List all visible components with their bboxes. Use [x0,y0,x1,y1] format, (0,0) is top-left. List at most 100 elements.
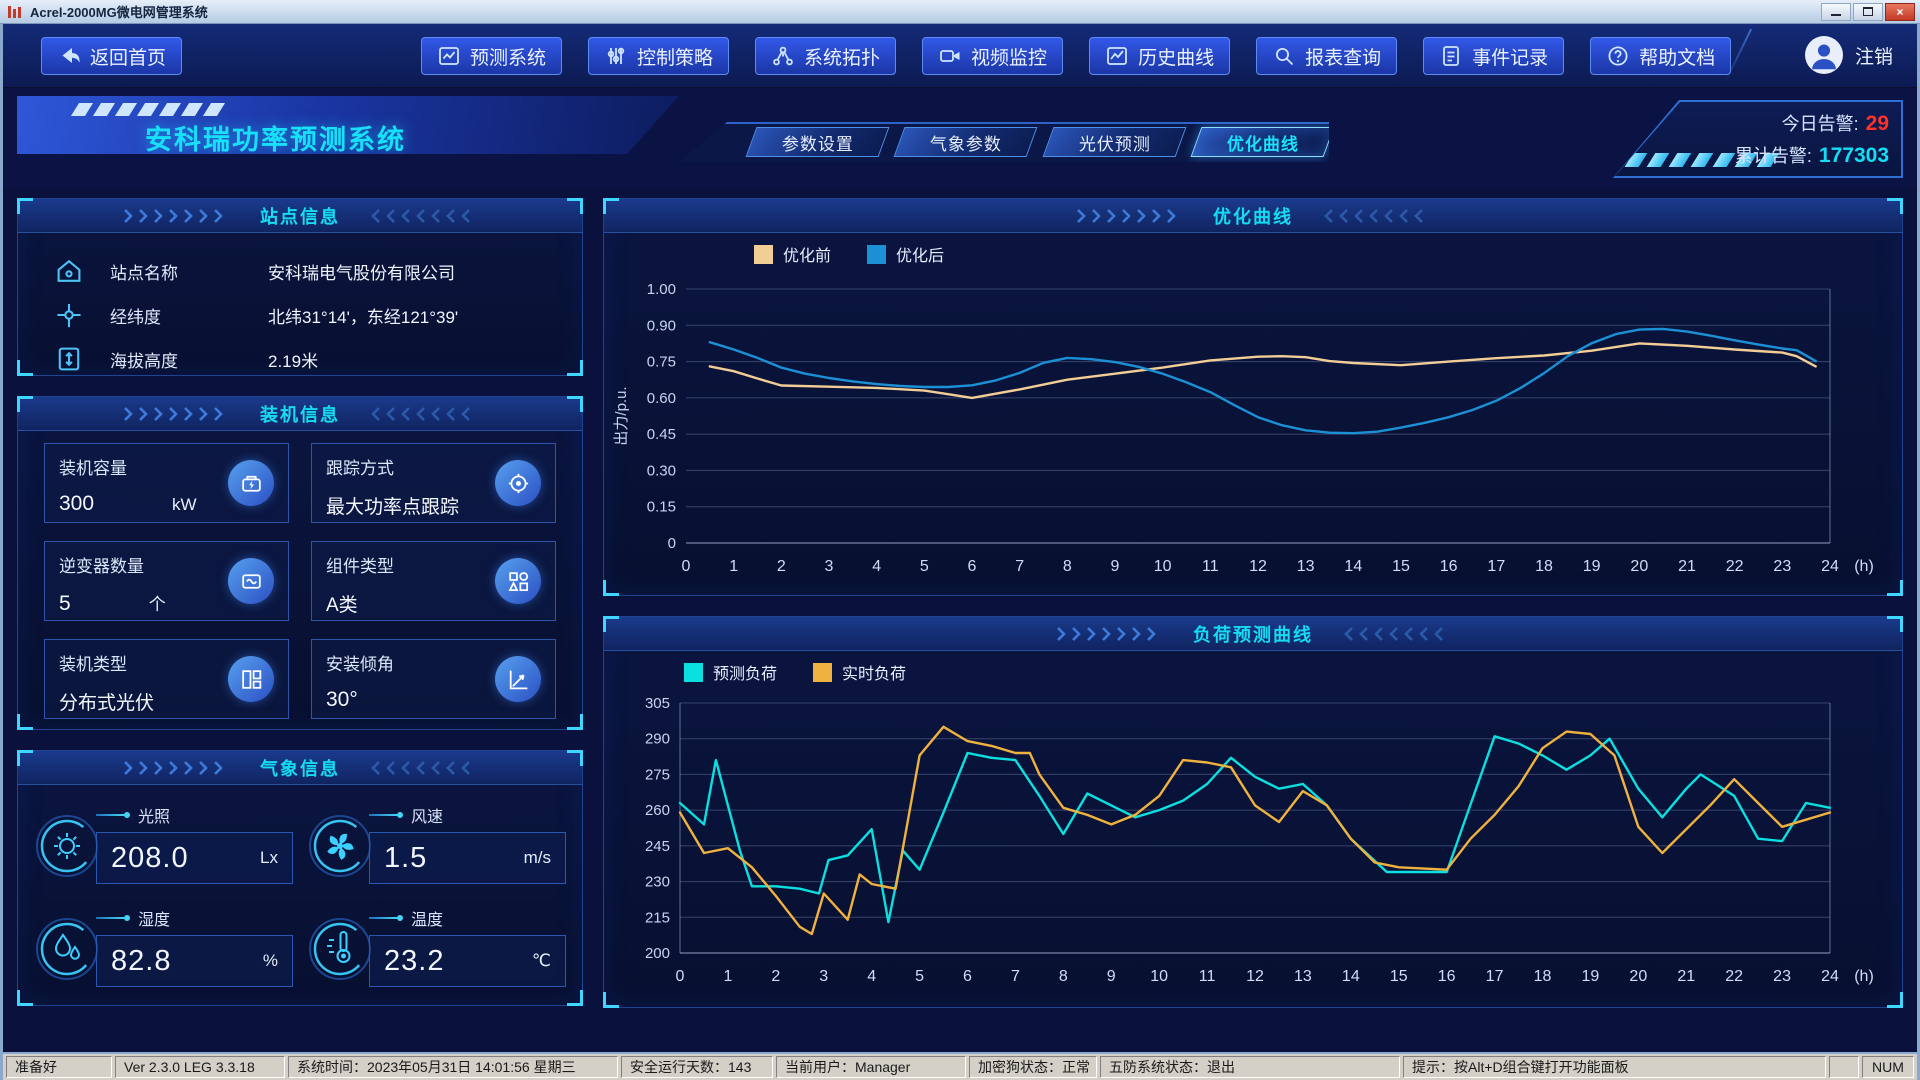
legend-swatch [813,663,832,682]
user-avatar[interactable] [1805,36,1843,74]
corner-decoration [1887,992,1903,1008]
corner-decoration [603,580,619,596]
nav-control-strategy[interactable]: 控制策略 [588,37,729,75]
tab-1[interactable]: 气象参数 [894,127,1038,157]
total-alarm-value: 177303 [1819,144,1889,167]
svg-text:0.45: 0.45 [647,426,676,443]
panel-title: 气象信息 [260,755,340,781]
svg-text:0: 0 [682,558,691,575]
svg-text:13: 13 [1294,968,1312,985]
svg-text:0: 0 [668,535,676,552]
chevrons-right-decoration [1076,209,1183,223]
svg-text:0.60: 0.60 [647,390,676,407]
topology-icon [771,44,795,68]
svg-text:3: 3 [819,968,828,985]
corner-decoration [567,990,583,1006]
card-inverter-count: 逆变器数量 5个 [44,541,289,621]
svg-text:21: 21 [1677,968,1695,985]
video-camera-icon [938,44,962,68]
svg-text:290: 290 [645,731,670,748]
logout-button[interactable]: 注销 [1855,42,1893,69]
svg-text:12: 12 [1249,558,1267,575]
svg-text:0.30: 0.30 [647,462,676,479]
corner-decoration [1887,616,1903,632]
card-capacity: 装机容量 300kW [44,443,289,523]
weather-info-panel: 气象信息 光照 208.0 [17,750,583,1006]
svg-text:5: 5 [915,968,924,985]
legend-item-优化后[interactable]: 优化后 [867,242,944,266]
svg-text:16: 16 [1440,558,1458,575]
location-icon [54,300,84,330]
minimize-button[interactable] [1821,3,1851,21]
card-tilt-angle: 安装倾角 30° [311,639,556,719]
svg-text:6: 6 [968,558,977,575]
svg-text:6: 6 [963,968,972,985]
humidity-icon [34,916,100,982]
chart-legend: 优化前 优化后 [604,233,1902,275]
svg-text:11: 11 [1202,558,1219,575]
legend-item-实时负荷[interactable]: 实时负荷 [813,660,906,684]
svg-text:14: 14 [1342,968,1360,985]
svg-text:5: 5 [920,558,929,575]
svg-text:8: 8 [1063,558,1072,575]
app-window: 返回首页 预测系统 控制策略 系统拓扑 视频监控 历史曲线 [0,24,1920,1080]
chevrons-right-decoration [123,407,230,421]
wind-value-box: 1.5 m/s [369,832,566,884]
svg-text:(h): (h) [1854,968,1874,985]
svg-text:(h): (h) [1854,558,1874,575]
svg-text:0.15: 0.15 [647,499,676,516]
status-blank [1829,1056,1859,1078]
nav-forecast-system[interactable]: 预测系统 [421,37,562,75]
tracking-icon [495,460,541,506]
svg-text:15: 15 [1392,558,1410,575]
svg-text:245: 245 [645,838,670,855]
chevrons-left-decoration [370,407,477,421]
nav-video-monitor[interactable]: 视频监控 [922,37,1063,75]
nav-help-docs[interactable]: 帮助文档 [1590,37,1731,75]
svg-text:0.75: 0.75 [647,354,676,371]
card-module-type: 组件类型 A类 [311,541,556,621]
site-row-name: 站点名称 安科瑞电气股份有限公司 [28,249,572,293]
nav-report-query[interactable]: 报表查询 [1256,37,1397,75]
legend-item-优化前[interactable]: 优化前 [754,242,831,266]
svg-text:0.90: 0.90 [647,317,676,334]
svg-text:22: 22 [1725,968,1743,985]
back-home-button[interactable]: 返回首页 [41,37,182,75]
svg-text:24: 24 [1821,968,1839,985]
corner-decoration [603,992,619,1008]
status-system-time: 系统时间：2023年05月31日 14:01:56 星期三 [288,1056,618,1078]
svg-text:17: 17 [1486,968,1504,985]
nav-event-log[interactable]: 事件记录 [1423,37,1564,75]
svg-text:7: 7 [1015,558,1024,575]
svg-text:19: 19 [1582,968,1600,985]
sun-icon [34,813,100,879]
svg-text:13: 13 [1297,558,1315,575]
tab-3[interactable]: 优化曲线 [1190,127,1334,157]
maximize-button[interactable] [1853,3,1883,21]
nav-history-curve[interactable]: 历史曲线 [1089,37,1230,75]
svg-text:15: 15 [1390,968,1408,985]
status-dongle: 加密狗状态：正常 [969,1056,1097,1078]
inverter-icon [228,558,274,604]
nav-system-topology[interactable]: 系统拓扑 [755,37,896,75]
legend-item-预测负荷[interactable]: 预测负荷 [684,660,777,684]
svg-text:10: 10 [1150,968,1168,985]
panel-title: 站点信息 [260,203,340,229]
svg-text:3: 3 [825,558,834,575]
tab-0[interactable]: 参数设置 [746,127,890,157]
close-button[interactable]: × [1885,3,1915,21]
status-five-protection: 五防系统状态：退出 [1100,1056,1400,1078]
status-bar: 准备好 Ver 2.3.0 LEG 3.3.18 系统时间：2023年05月31… [3,1052,1917,1080]
tab-2[interactable]: 光伏预测 [1042,127,1186,157]
page-header: 安科瑞功率预测系统 参数设置 气象参数 光伏预测 优化曲线 今日告警:29 累计… [3,88,1917,188]
tab-strip: 参数设置 气象参数 光伏预测 优化曲线 [679,122,1329,162]
chart-legend: 预测负荷 实时负荷 [604,651,1902,693]
chart-board-icon [437,44,461,68]
svg-text:14: 14 [1344,558,1362,575]
corner-decoration [567,198,583,214]
svg-text:2: 2 [771,968,780,985]
top-navbar: 返回首页 预测系统 控制策略 系统拓扑 视频监控 历史曲线 [3,24,1917,88]
svg-text:11: 11 [1199,968,1216,985]
svg-text:8: 8 [1059,968,1068,985]
capacity-icon [228,460,274,506]
